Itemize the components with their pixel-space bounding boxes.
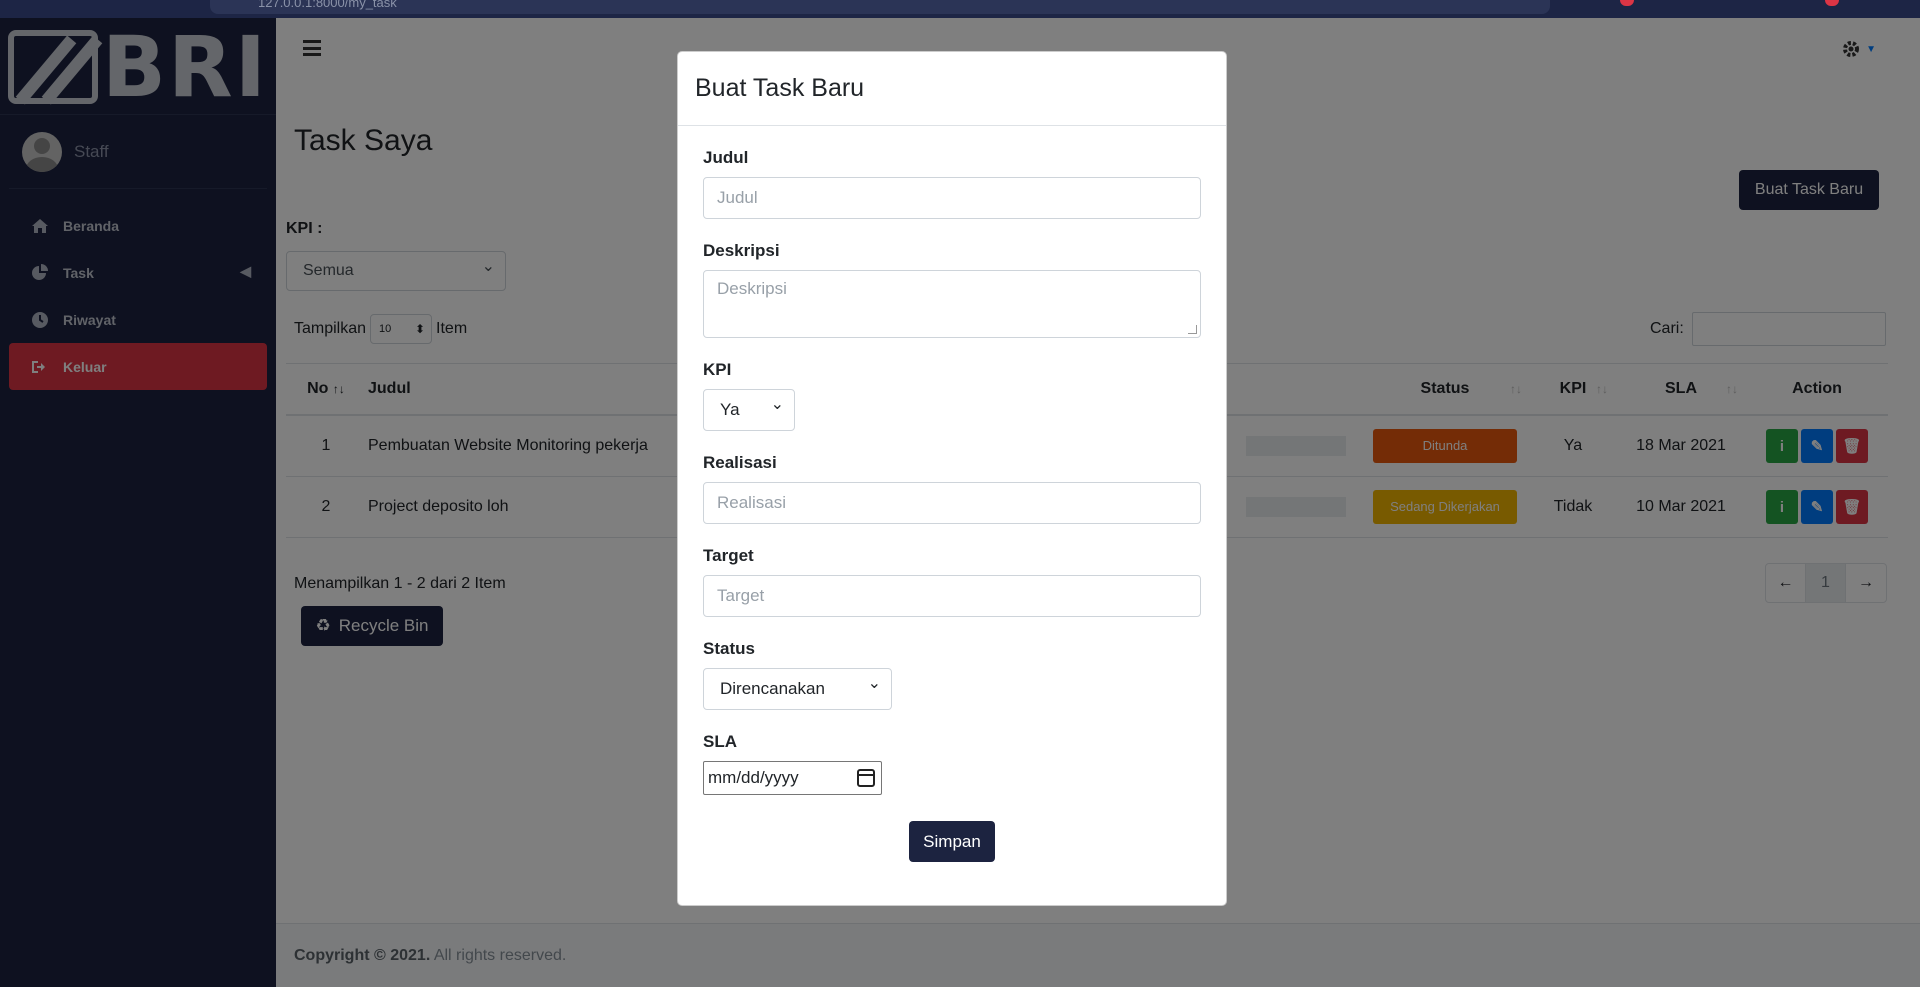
- kpi-select[interactable]: Ya: [703, 385, 795, 431]
- judul-input[interactable]: Judul: [703, 177, 1201, 219]
- extension-icon[interactable]: [1620, 0, 1634, 6]
- calendar-icon[interactable]: [857, 769, 875, 787]
- target-label: Target: [703, 546, 754, 565]
- sla-label: SLA: [703, 732, 737, 751]
- sla-date-input[interactable]: mm/dd/yyyy: [703, 761, 882, 795]
- deskripsi-label: Deskripsi: [703, 241, 780, 260]
- target-input[interactable]: Target: [703, 575, 1201, 617]
- kpi-label: KPI: [703, 360, 732, 379]
- profile-icon[interactable]: [1825, 0, 1839, 6]
- judul-label: Judul: [703, 148, 749, 167]
- status-select[interactable]: Direncanakan: [703, 664, 892, 710]
- modal-title: Buat Task Baru: [695, 74, 865, 102]
- realisasi-label: Realisasi: [703, 453, 777, 472]
- sla-date-placeholder: mm/dd/yyyy: [708, 768, 799, 787]
- browser-top-bar: 127.0.0.1:8000/my_task: [0, 0, 1920, 18]
- create-task-modal: Buat Task Baru Judul Judul Deskripsi Des…: [677, 51, 1227, 906]
- save-button[interactable]: Simpan: [909, 821, 995, 862]
- deskripsi-textarea[interactable]: Deskripsi: [703, 270, 1201, 338]
- modal-body: Judul Judul Deskripsi Deskripsi KPI Ya R…: [678, 148, 1226, 862]
- modal-header: Buat Task Baru: [678, 52, 1226, 126]
- modal-backdrop[interactable]: [0, 18, 276, 987]
- address-bar[interactable]: 127.0.0.1:8000/my_task: [210, 0, 1550, 14]
- status-label: Status: [703, 639, 755, 658]
- realisasi-input[interactable]: Realisasi: [703, 482, 1201, 524]
